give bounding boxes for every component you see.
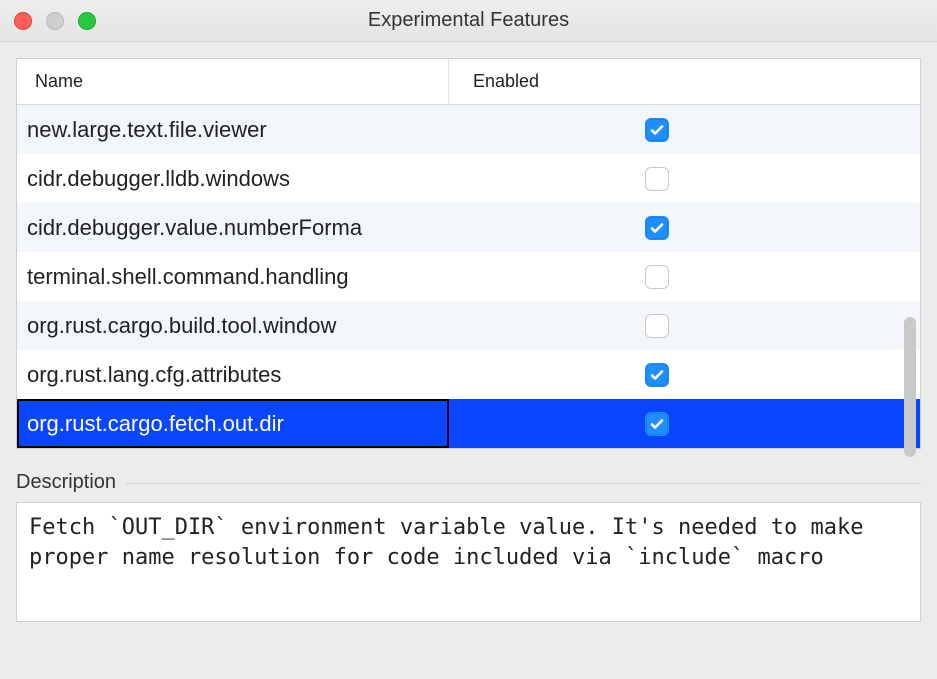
feature-enabled-cell	[449, 301, 920, 350]
table-row[interactable]: org.rust.cargo.fetch.out.dir	[17, 399, 920, 448]
enabled-checkbox[interactable]	[645, 118, 669, 142]
enabled-checkbox[interactable]	[645, 265, 669, 289]
table-header: Name Enabled	[17, 59, 920, 105]
enabled-checkbox[interactable]	[645, 216, 669, 240]
description-label: Description	[16, 471, 126, 494]
enabled-checkbox[interactable]	[645, 412, 669, 436]
zoom-icon[interactable]	[78, 12, 96, 30]
content: Name Enabled new.large.text.file.viewerc…	[0, 42, 937, 630]
feature-name: org.rust.lang.cfg.attributes	[17, 350, 449, 399]
feature-name: terminal.shell.command.handling	[17, 252, 449, 301]
feature-enabled-cell	[449, 105, 920, 154]
scrollbar-thumb[interactable]	[904, 317, 916, 457]
window-title: Experimental Features	[368, 9, 569, 32]
table-row[interactable]: cidr.debugger.lldb.windows	[17, 154, 920, 203]
feature-name: cidr.debugger.value.numberForma	[17, 203, 449, 252]
feature-enabled-cell	[449, 399, 920, 448]
feature-name: cidr.debugger.lldb.windows	[17, 154, 449, 203]
description-text: Fetch `OUT_DIR` environment variable val…	[16, 502, 921, 622]
table-row[interactable]: terminal.shell.command.handling	[17, 252, 920, 301]
feature-enabled-cell	[449, 203, 920, 252]
features-table: Name Enabled new.large.text.file.viewerc…	[16, 58, 921, 449]
table-body: new.large.text.file.viewercidr.debugger.…	[17, 105, 920, 448]
titlebar: Experimental Features	[0, 0, 937, 42]
description-group: Description Fetch `OUT_DIR` environment …	[16, 471, 921, 622]
column-header-enabled[interactable]: Enabled	[449, 59, 920, 104]
window-controls	[14, 12, 96, 30]
feature-name: org.rust.cargo.fetch.out.dir	[17, 399, 449, 448]
column-header-name[interactable]: Name	[17, 59, 449, 104]
feature-name: org.rust.cargo.build.tool.window	[17, 301, 449, 350]
table-row[interactable]: cidr.debugger.value.numberForma	[17, 203, 920, 252]
minimize-icon[interactable]	[46, 12, 64, 30]
feature-enabled-cell	[449, 154, 920, 203]
feature-enabled-cell	[449, 252, 920, 301]
table-row[interactable]: org.rust.cargo.build.tool.window	[17, 301, 920, 350]
divider	[126, 483, 921, 484]
close-icon[interactable]	[14, 12, 32, 30]
feature-name: new.large.text.file.viewer	[17, 105, 449, 154]
table-row[interactable]: new.large.text.file.viewer	[17, 105, 920, 154]
enabled-checkbox[interactable]	[645, 167, 669, 191]
table-row[interactable]: org.rust.lang.cfg.attributes	[17, 350, 920, 399]
enabled-checkbox[interactable]	[645, 363, 669, 387]
feature-enabled-cell	[449, 350, 920, 399]
enabled-checkbox[interactable]	[645, 314, 669, 338]
